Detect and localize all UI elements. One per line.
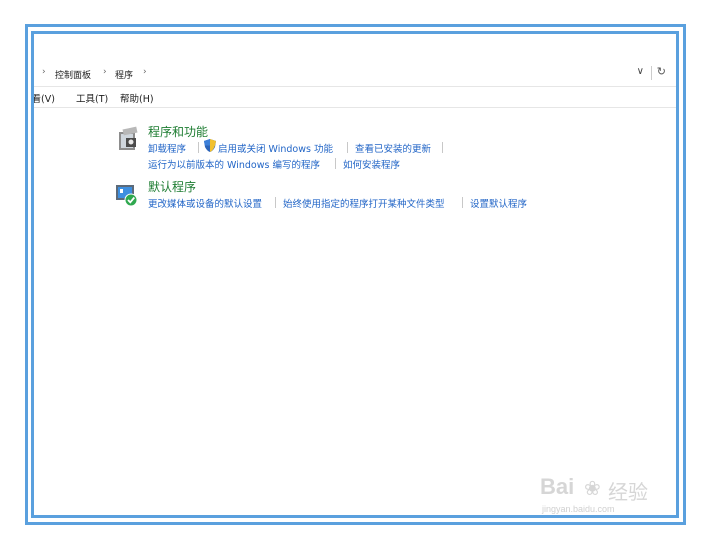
dropdown-arrow-icon[interactable]: ∨ [637, 66, 644, 77]
default-programs-title[interactable]: 默认程序 [148, 178, 196, 195]
programs-features-icon [119, 126, 138, 150]
watermark-brand-cn: 经验 [608, 480, 648, 504]
breadcrumb-control-panel[interactable]: 控制面板 [55, 68, 91, 81]
toggle-windows-features-link[interactable]: 启用或关闭 Windows 功能 [218, 141, 333, 155]
address-bar[interactable]: › 控制面板 › 程序 › ∨ ↻ [34, 62, 676, 86]
shield-icon [204, 139, 216, 152]
address-divider [651, 66, 652, 80]
watermark-brand: Bai [540, 474, 575, 499]
file-type-association-link[interactable]: 始终使用指定的程序打开某种文件类型 [283, 196, 445, 210]
menu-view[interactable]: 查看(V) [34, 91, 55, 105]
paw-icon: ❀ [584, 476, 601, 500]
chevron-right-icon: › [42, 67, 46, 77]
breadcrumb-programs[interactable]: 程序 [115, 68, 133, 81]
link-separator [442, 142, 443, 153]
link-separator [462, 197, 463, 208]
menu-tools[interactable]: 工具(T) [76, 91, 108, 105]
chevron-right-icon: › [103, 67, 107, 77]
link-separator [198, 142, 199, 153]
link-separator [335, 158, 336, 169]
how-to-install-link[interactable]: 如何安装程序 [343, 157, 400, 171]
chevron-right-icon[interactable]: › [143, 67, 147, 77]
link-separator [275, 197, 276, 208]
view-installed-updates-link[interactable]: 查看已安装的更新 [355, 141, 431, 155]
menu-help[interactable]: 帮助(H) [120, 91, 154, 105]
programs-features-title[interactable]: 程序和功能 [148, 123, 208, 140]
program-compatibility-link[interactable]: 运行为以前版本的 Windows 编写的程序 [148, 157, 320, 171]
media-device-defaults-link[interactable]: 更改媒体或设备的默认设置 [148, 196, 262, 210]
divider [34, 107, 676, 108]
baidu-watermark: Bai ❀ 经验 jingyan.baidu.com [540, 470, 670, 520]
divider [34, 86, 676, 87]
refresh-icon[interactable]: ↻ [657, 65, 666, 78]
default-programs-icon [116, 185, 138, 207]
watermark-site: jingyan.baidu.com [542, 504, 615, 514]
control-panel-window: › 控制面板 › 程序 › ∨ ↻ 查看(V) 工具(T) 帮助(H) 程序和功… [31, 31, 679, 518]
uninstall-link[interactable]: 卸载程序 [148, 141, 186, 155]
link-separator [347, 142, 348, 153]
set-default-programs-link[interactable]: 设置默认程序 [470, 196, 527, 210]
